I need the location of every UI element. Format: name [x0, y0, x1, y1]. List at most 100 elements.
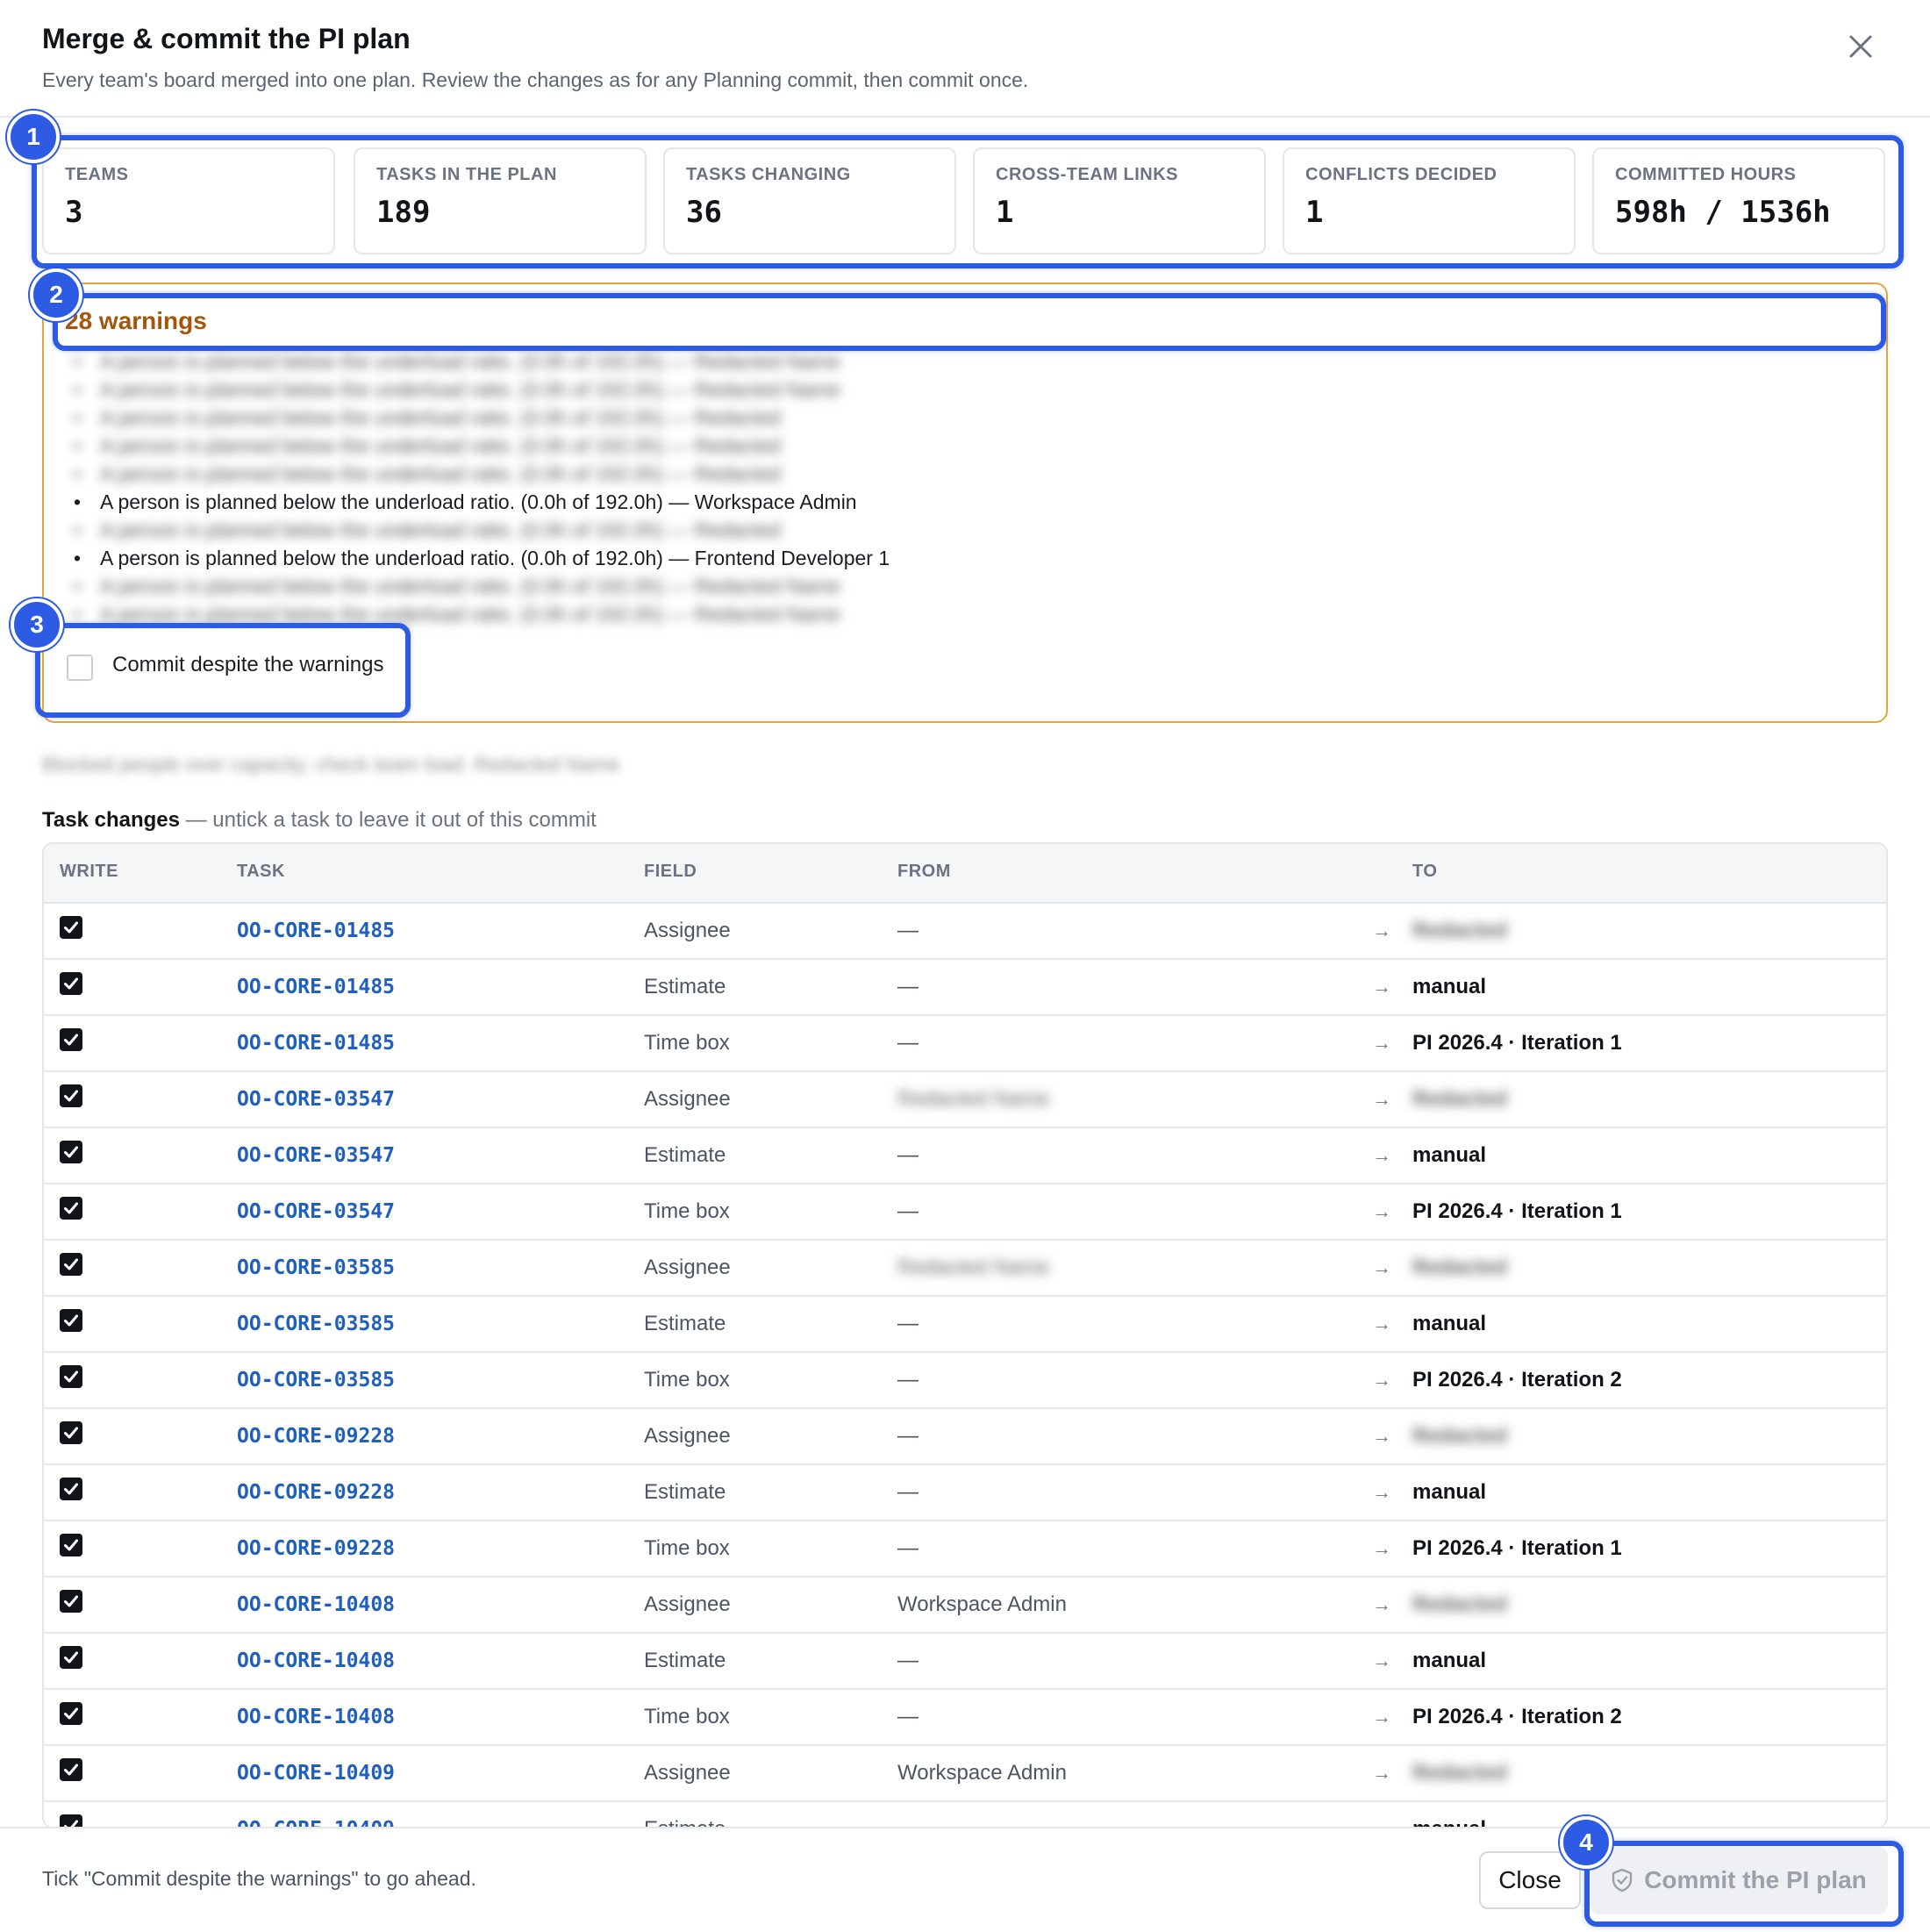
task-link[interactable]: OO-CORE-03585: [237, 1353, 395, 1407]
to-cell: manual: [1412, 1649, 1487, 1672]
from-cell: —: [897, 1199, 919, 1223]
task-link[interactable]: OO-CORE-03585: [237, 1297, 395, 1351]
write-checkbox[interactable]: [60, 1702, 82, 1725]
checkmark-icon: [64, 1202, 78, 1214]
to-cell: manual: [1412, 1480, 1487, 1504]
checkmark-icon: [64, 1595, 78, 1607]
task-link[interactable]: OO-CORE-10408: [237, 1634, 395, 1688]
commit-button-label: Commit the PI plan: [1644, 1866, 1867, 1893]
table-row: OO-CORE-10408 Estimate — → manual: [44, 1634, 1886, 1690]
write-checkbox[interactable]: [60, 1534, 82, 1556]
write-checkbox[interactable]: [60, 1590, 82, 1613]
commit-despite-label[interactable]: Commit despite the warnings: [112, 653, 383, 677]
field-cell: Time box: [644, 1536, 730, 1560]
field-cell: Assignee: [644, 1592, 731, 1616]
column-header-field: FIELD: [644, 862, 697, 881]
arrow-right-icon: →: [1372, 1313, 1391, 1335]
task-changes-heading: Task changes — untick a task to leave it…: [42, 808, 597, 833]
commit-despite-checkbox[interactable]: [67, 655, 93, 681]
write-checkbox[interactable]: [60, 1141, 82, 1163]
write-checkbox[interactable]: [60, 1365, 82, 1388]
write-checkbox[interactable]: [60, 1197, 82, 1220]
to-cell: manual: [1412, 975, 1487, 998]
write-checkbox[interactable]: [60, 972, 82, 995]
commit-pi-plan-button[interactable]: Commit the PI plan: [1590, 1846, 1888, 1914]
task-link[interactable]: OO-CORE-03547: [237, 1128, 395, 1183]
arrow-right-icon: →: [1372, 1425, 1391, 1447]
checkmark-icon: [64, 1539, 78, 1551]
column-header-write: WRITE: [60, 862, 118, 881]
table-body: OO-CORE-01485 Assignee — → Redacted OO-CORE-0…: [44, 904, 1886, 1827]
stat-conflicts-decided: CONFLICTS DECIDED 1: [1283, 147, 1576, 254]
field-cell: Assignee: [644, 1087, 731, 1111]
checkmark-icon: [64, 1258, 78, 1270]
field-cell: Assignee: [644, 1256, 731, 1279]
from-cell: —: [897, 1031, 919, 1055]
table-row: OO-CORE-09228 Estimate — → manual: [44, 1465, 1886, 1521]
warnings-title[interactable]: 28 warnings: [65, 307, 207, 335]
task-link[interactable]: OO-CORE-01485: [237, 1016, 395, 1070]
obscured-note: Blocked people over capacity; check team…: [42, 753, 620, 776]
to-cell: PI 2026.4 · Iteration 2: [1412, 1705, 1622, 1728]
to-cell-obscured: Redacted: [1412, 1761, 1508, 1785]
shield-check-icon: [1612, 1868, 1633, 1893]
task-changes-hint: — untick a task to leave it out of this …: [179, 808, 597, 832]
checkmark-icon: [64, 1707, 78, 1720]
write-checkbox[interactable]: [60, 1309, 82, 1332]
warning-item-obscured: A person is planned below the underload …: [74, 432, 890, 460]
from-cell: —: [897, 1480, 919, 1504]
task-link[interactable]: OO-CORE-10409: [237, 1746, 395, 1800]
task-link[interactable]: OO-CORE-09228: [237, 1409, 395, 1463]
field-cell: Assignee: [644, 919, 731, 942]
annotation-badge-3: 3: [11, 598, 63, 651]
warning-item-obscured: A person is planned below the underload …: [74, 404, 890, 432]
stat-label: TASKS CHANGING: [686, 165, 851, 184]
footer-hint: Tick "Commit despite the warnings" to go…: [42, 1867, 476, 1890]
to-cell: PI 2026.4 · Iteration 2: [1412, 1368, 1622, 1392]
task-link[interactable]: OO-CORE-03547: [237, 1072, 395, 1127]
task-link[interactable]: OO-CORE-10409: [237, 1802, 395, 1827]
write-checkbox[interactable]: [60, 1084, 82, 1107]
write-checkbox[interactable]: [60, 1646, 82, 1669]
task-link[interactable]: OO-CORE-01485: [237, 960, 395, 1014]
write-checkbox[interactable]: [60, 1028, 82, 1051]
write-checkbox[interactable]: [60, 1758, 82, 1781]
task-link[interactable]: OO-CORE-09228: [237, 1521, 395, 1576]
write-checkbox[interactable]: [60, 916, 82, 939]
task-link[interactable]: OO-CORE-10408: [237, 1690, 395, 1744]
close-icon[interactable]: [1846, 32, 1876, 61]
task-link[interactable]: OO-CORE-03585: [237, 1241, 395, 1295]
field-cell: Time box: [644, 1031, 730, 1055]
task-link[interactable]: OO-CORE-09228: [237, 1465, 395, 1520]
checkmark-icon: [64, 1483, 78, 1495]
checkmark-icon: [64, 1651, 78, 1664]
table-row: OO-CORE-10408 Time box — → PI 2026.4 · Itera…: [44, 1690, 1886, 1746]
table-row: OO-CORE-09228 Assignee — → Redacted: [44, 1409, 1886, 1465]
from-cell: —: [897, 1424, 919, 1448]
write-checkbox[interactable]: [60, 1478, 82, 1500]
to-cell: PI 2026.4 · Iteration 1: [1412, 1031, 1622, 1055]
table-row: OO-CORE-03547 Estimate — → manual: [44, 1128, 1886, 1184]
to-cell: PI 2026.4 · Iteration 1: [1412, 1536, 1622, 1560]
task-link[interactable]: OO-CORE-10408: [237, 1578, 395, 1632]
write-checkbox[interactable]: [60, 1253, 82, 1276]
write-checkbox[interactable]: [60, 1421, 82, 1444]
dialog-header: Merge & commit the PI plan Every team's …: [0, 0, 1930, 118]
field-cell: Estimate: [644, 1802, 726, 1827]
task-link[interactable]: OO-CORE-03547: [237, 1184, 395, 1239]
arrow-right-icon: →: [1372, 1200, 1391, 1222]
from-cell: —: [897, 1368, 919, 1392]
field-cell: Time box: [644, 1199, 730, 1223]
stat-label: TASKS IN THE PLAN: [376, 165, 557, 184]
to-cell: manual: [1412, 1802, 1486, 1827]
from-cell: —: [897, 1536, 919, 1560]
checkmark-icon: [64, 1034, 78, 1046]
stat-value: 189: [376, 195, 431, 230]
task-link[interactable]: OO-CORE-01485: [237, 904, 395, 958]
warning-item: A person is planned below the underload …: [74, 544, 890, 572]
stat-value: 1: [1305, 195, 1324, 230]
table-row: OO-CORE-10409 Estimate — → manual: [44, 1802, 1886, 1827]
to-cell-obscured: Redacted: [1412, 1256, 1508, 1279]
checkmark-icon: [64, 1427, 78, 1439]
field-cell: Estimate: [644, 1480, 726, 1504]
